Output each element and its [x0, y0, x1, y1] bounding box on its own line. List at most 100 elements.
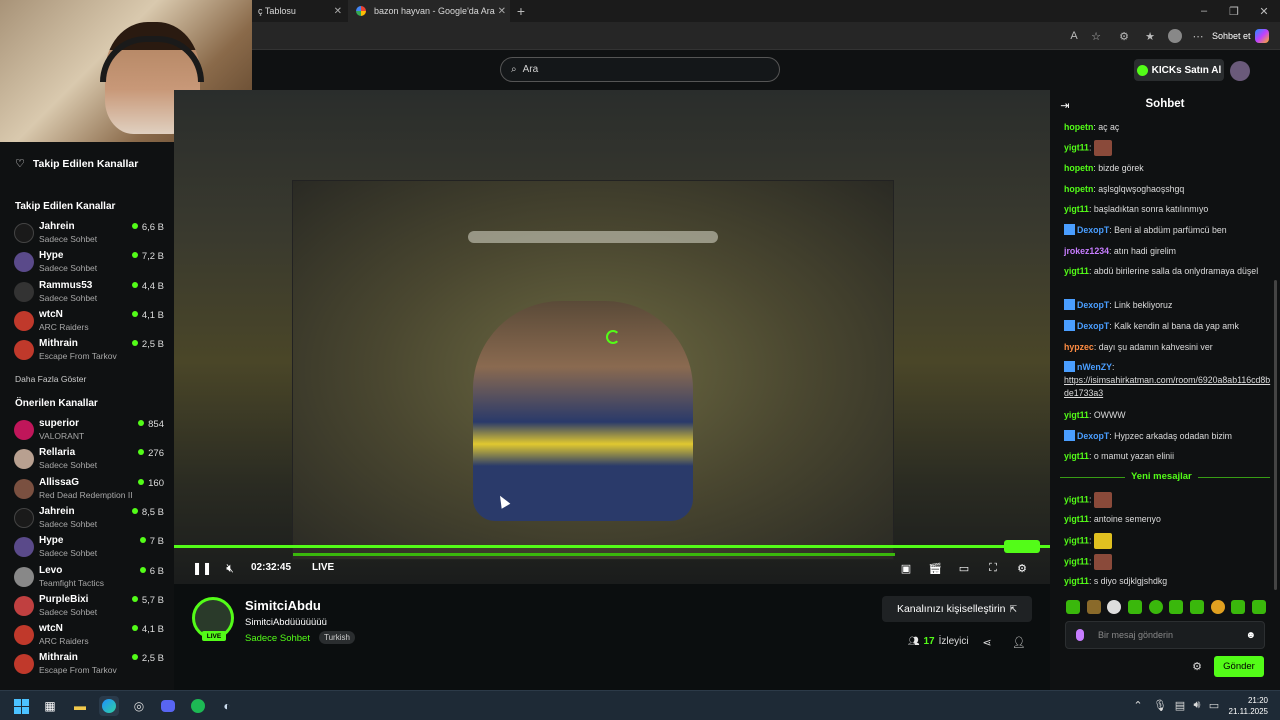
sidebar-channel-jahrein[interactable]: Jahrein Sadece Sohbet 6,6 B: [14, 219, 164, 247]
widgets-icon[interactable]: ▦: [40, 696, 60, 716]
chat-username[interactable]: DexopT: [1077, 300, 1109, 310]
chat-username[interactable]: yigt11: [1064, 410, 1089, 420]
sidebar-channel-wtcn-rec[interactable]: wtcN ARC Raiders 4,1 B: [14, 621, 164, 649]
microphone-icon[interactable]: 🎙︎: [1153, 699, 1167, 712]
battery-icon[interactable]: ▭: [1208, 699, 1220, 712]
emote-icon[interactable]: [1169, 600, 1184, 614]
chat-settings-icon[interactable]: ⚙: [1190, 659, 1204, 673]
emote-icon[interactable]: [1210, 600, 1225, 614]
read-aloud-icon[interactable]: A: [1066, 28, 1082, 44]
copilot-button[interactable]: Sohbet et: [1212, 27, 1276, 45]
sidebar-channel-hype-rec[interactable]: Hype Sadece Sohbet 7 B: [14, 533, 164, 561]
chat-username[interactable]: jrokez1234: [1064, 246, 1109, 256]
chat-username[interactable]: DexopT: [1077, 225, 1109, 235]
app-icon[interactable]: ◎: [129, 696, 149, 716]
spotify-icon[interactable]: [188, 696, 208, 716]
fullscreen-icon[interactable]: ⛶: [985, 560, 1001, 576]
scrollbar[interactable]: [1274, 280, 1277, 590]
clip-icon[interactable]: 🎬︎: [927, 560, 943, 576]
pause-icon[interactable]: ❚❚: [192, 560, 212, 576]
emote-icon[interactable]: [1127, 600, 1142, 614]
sidebar-channel-hype[interactable]: Hype Sadece Sohbet 7,2 B: [14, 248, 164, 276]
emote-icon[interactable]: [1231, 600, 1246, 614]
file-explorer-icon[interactable]: ▬: [70, 696, 90, 716]
emote-icon[interactable]: [1107, 600, 1122, 614]
more-menu-icon[interactable]: ⋯: [1190, 28, 1206, 44]
sidebar-channel-superior[interactable]: superior VALORANT 854: [14, 416, 164, 444]
windows-start-icon[interactable]: [11, 696, 31, 716]
emote-icon[interactable]: [1251, 600, 1266, 614]
search-input[interactable]: ⌕ Ara: [500, 57, 780, 82]
chat-username[interactable]: hypzec: [1064, 342, 1094, 352]
clock[interactable]: 21:20 21.11.2025: [1228, 695, 1268, 717]
emote-icon[interactable]: [1189, 600, 1204, 614]
maximize-icon[interactable]: ❐: [1226, 3, 1242, 19]
emoji-picker-icon[interactable]: ☻: [1245, 630, 1256, 641]
chat-username[interactable]: hopetn: [1064, 163, 1093, 173]
chevron-up-icon[interactable]: ⌃: [1132, 699, 1144, 712]
chat-username[interactable]: nWenZY: [1077, 362, 1112, 372]
chat-username[interactable]: DexopT: [1077, 431, 1109, 441]
chat-input[interactable]: Bir mesaj gönderin ☻: [1065, 621, 1265, 649]
sidebar-channel-mithrain[interactable]: Mithrain Escape From Tarkov 2,5 B: [14, 336, 164, 364]
chat-link[interactable]: https://isimsahirkatman.com/room/6920a8a…: [1064, 375, 1270, 398]
sidebar-channel-levo[interactable]: Levo Teamfight Tactics 6 B: [14, 563, 164, 591]
chat-username[interactable]: yigt11: [1064, 556, 1089, 566]
chat-username[interactable]: DexopT: [1077, 321, 1109, 331]
chat-username[interactable]: yigt11: [1064, 576, 1089, 586]
user-avatar[interactable]: [1230, 61, 1250, 81]
sidebar-channel-purplebixi[interactable]: PurpleBixi Sadece Sohbet 5,7 B: [14, 592, 164, 620]
channel-name[interactable]: SimitciAbdu: [245, 598, 321, 613]
stream-category[interactable]: Sadece Sohbet: [245, 633, 310, 644]
share-icon[interactable]: ⋖: [980, 635, 994, 649]
microphone-icon[interactable]: [1076, 629, 1084, 641]
customize-channel-button[interactable]: Kanalınızı kişiselleştirin ⇱: [882, 596, 1032, 622]
edge-browser-icon[interactable]: [99, 696, 119, 716]
new-tab-icon[interactable]: +: [512, 2, 530, 20]
emote-icon[interactable]: [1148, 600, 1163, 614]
sidebar-channel-rellaria[interactable]: Rellaria Sadece Sohbet 276: [14, 445, 164, 473]
add-friend-icon[interactable]: 👤︎: [1012, 635, 1026, 649]
theater-mode-icon[interactable]: ▭: [956, 560, 972, 576]
show-more-link[interactable]: Daha Fazla Göster: [15, 374, 86, 384]
chat-username[interactable]: hopetn: [1064, 122, 1093, 132]
buy-kicks-button[interactable]: KICKs Satın Al: [1134, 59, 1224, 81]
close-window-icon[interactable]: ✕: [1256, 3, 1272, 19]
chat-username[interactable]: yigt11: [1064, 535, 1089, 545]
followed-toggle[interactable]: ♡ Takip Edilen Kanallar: [15, 157, 138, 171]
sidebar-channel-wtcn[interactable]: wtcN ARC Raiders 4,1 B: [14, 307, 164, 335]
emote-icon[interactable]: [1066, 600, 1080, 614]
picture-in-picture-icon[interactable]: ▣: [898, 560, 914, 576]
browser-tab[interactable]: ç Tablosu ✕: [250, 0, 346, 22]
minimize-icon[interactable]: –: [1196, 3, 1212, 19]
browser-tab-active[interactable]: bazon hayvan - Google'da Ara ✕: [348, 0, 510, 22]
steam-icon[interactable]: ◐: [217, 696, 237, 716]
sidebar-channel-mithrain-rec[interactable]: Mithrain Escape From Tarkov 2,5 B: [14, 650, 164, 678]
chat-username[interactable]: hopetn: [1064, 184, 1093, 194]
sidebar-channel-rammus53[interactable]: Rammus53 Sadece Sohbet 4,4 B: [14, 278, 164, 306]
settings-gear-icon[interactable]: ⚙: [1014, 560, 1030, 576]
sidebar-channel-jahrein-rec[interactable]: Jahrein Sadece Sohbet 8,5 B: [14, 504, 164, 532]
language-tag[interactable]: Turkish: [319, 631, 355, 644]
chat-username[interactable]: yigt11: [1064, 266, 1089, 276]
send-button[interactable]: Gönder: [1214, 656, 1264, 677]
video-progress-bar[interactable]: [174, 545, 1050, 548]
close-tab-icon[interactable]: ✕: [334, 6, 342, 17]
chat-username[interactable]: yigt11: [1064, 514, 1089, 524]
chat-username[interactable]: yigt11: [1064, 451, 1089, 461]
favorites-bar-icon[interactable]: ★: [1142, 28, 1158, 44]
volume-icon[interactable]: 🔊︎: [1191, 699, 1203, 711]
favorite-icon[interactable]: ☆: [1088, 28, 1104, 44]
chat-username[interactable]: yigt11: [1064, 142, 1089, 152]
extensions-icon[interactable]: ⚙: [1116, 28, 1132, 44]
profile-avatar[interactable]: [1168, 29, 1182, 43]
chat-username[interactable]: yigt11: [1064, 494, 1089, 504]
discord-icon[interactable]: [158, 696, 178, 716]
chat-username[interactable]: yigt11: [1064, 204, 1089, 214]
emote-icon[interactable]: [1086, 600, 1101, 614]
sidebar-channel-allissag[interactable]: AllissaG Red Dead Redemption II 160: [14, 475, 164, 503]
video-player[interactable]: [174, 90, 1050, 584]
mute-icon[interactable]: 🔇︎: [222, 560, 238, 576]
network-icon[interactable]: ▤: [1174, 699, 1186, 712]
close-tab-icon[interactable]: ✕: [498, 6, 506, 17]
